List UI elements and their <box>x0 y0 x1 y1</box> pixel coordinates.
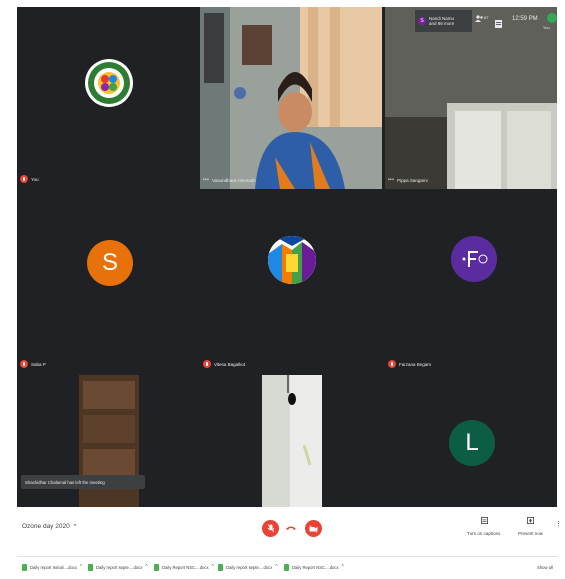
more-vert-icon: ⋮ <box>555 521 562 528</box>
document-icon <box>284 563 289 571</box>
participant-video-feed <box>385 7 557 189</box>
mic-off-icon <box>20 360 28 368</box>
participant-video-feed <box>200 375 382 507</box>
participant-tile-video[interactable]: ••• Vasundhara Hiremath <box>200 7 382 189</box>
show-all-downloads-button[interactable]: Show all <box>537 562 553 572</box>
participant-name: Vitesa Bagalkot <box>214 361 246 367</box>
participant-name: You <box>31 176 39 182</box>
chevron-up-icon[interactable]: ^ <box>212 564 214 570</box>
meeting-name: Ozone day 2020 <box>22 523 70 530</box>
presenter-chip[interactable]: S Nandi Namu and 86 more <box>415 10 472 32</box>
download-item[interactable]: Daily report Ismail....docx ^ <box>22 562 82 572</box>
document-icon <box>154 563 159 571</box>
participant-tile-you[interactable]: You <box>17 7 197 189</box>
document-icon <box>22 563 27 571</box>
leave-call-button[interactable] <box>286 524 296 532</box>
camera-toggle-button[interactable] <box>305 520 322 537</box>
participant-tile-video[interactable]: S Nandi Namu and 86 more 87 12:59 PM You… <box>385 7 557 189</box>
participant-name: Vasundhara Hiremath <box>212 177 256 183</box>
mic-off-icon <box>20 175 28 183</box>
download-item[interactable]: Daily report septe....docx ^ <box>88 562 148 572</box>
participant-name: Saba P <box>31 361 46 367</box>
chevron-up-icon[interactable]: ^ <box>275 564 277 570</box>
captions-label: Turn on captions <box>467 531 501 536</box>
toast-text: Shashidhar Chalamal has left the meeting <box>25 479 105 485</box>
participant-name: Farzana Begam <box>399 361 432 367</box>
presenter-more: and 86 more <box>429 21 455 26</box>
participant-tile-vitesa[interactable]: Vitesa Bagalkot <box>200 192 382 372</box>
meeting-grid: You ••• Vasundhara Hiremath S Nandi Namu… <box>17 7 557 507</box>
clock-time: 12:59 PM <box>512 16 538 22</box>
mic-off-icon <box>203 360 211 368</box>
chevron-up-icon[interactable]: ^ <box>80 564 82 570</box>
camera-off-icon <box>309 524 318 533</box>
participant-avatar: L <box>449 420 495 466</box>
participant-video-feed <box>200 7 382 189</box>
downloads-bar: Daily report Ismail....docx ^ Daily repo… <box>17 556 557 577</box>
chevron-up-icon[interactable]: ^ <box>145 564 147 570</box>
download-filename: Daily report septe....docx <box>226 564 273 570</box>
participant-avatar <box>268 236 316 284</box>
participant-tile-video[interactable]: Shashidhar Chalamal has left the meeting <box>17 375 197 507</box>
download-filename: Daily report septe....docx <box>96 564 143 570</box>
participant-avatar <box>451 236 497 282</box>
hang-up-icon <box>286 526 296 530</box>
download-item[interactable]: Daily Report NSC....docx ^ <box>284 562 344 572</box>
document-icon <box>218 563 223 571</box>
more-options-button[interactable]: ⋮ <box>555 521 562 528</box>
mic-toggle-button[interactable] <box>262 520 279 537</box>
download-item[interactable]: Daily Report NSC....docx ^ <box>154 562 214 572</box>
download-filename: Daily Report NSC....docx <box>292 564 339 570</box>
present-screen-icon <box>527 517 534 524</box>
chevron-up-icon: ^ <box>73 523 77 530</box>
download-filename: Daily report Ismail....docx <box>30 564 78 570</box>
participant-tile-l[interactable]: L <box>385 375 557 507</box>
participants-icon[interactable]: 87 <box>475 15 488 23</box>
participant-tile-video[interactable] <box>200 375 382 507</box>
audio-level-icon: ••• <box>203 177 210 183</box>
self-label: You <box>543 25 550 30</box>
presenter-avatar: S <box>418 17 426 25</box>
captions-button[interactable]: Turn on captions <box>465 517 505 543</box>
captions-icon <box>481 517 488 524</box>
show-all-label: Show all <box>537 564 553 570</box>
download-item[interactable]: Daily report septe....docx ^ <box>218 562 278 572</box>
participants-count: 87 <box>484 15 489 20</box>
participant-tile-farzana[interactable]: Farzana Begam <box>385 192 557 372</box>
mic-off-icon <box>267 524 274 533</box>
school-logo <box>85 59 133 107</box>
document-icon <box>88 563 93 571</box>
participant-avatar: S <box>87 240 133 286</box>
chevron-up-icon[interactable]: ^ <box>342 564 344 570</box>
toast-notification: Shashidhar Chalamal has left the meeting <box>21 475 145 489</box>
self-avatar[interactable] <box>547 13 557 23</box>
participant-name: Pippa Sangami <box>397 177 428 183</box>
participant-tile-saba[interactable]: S Saba P <box>17 192 197 372</box>
meeting-control-bar: Ozone day 2020 ^ Turn on captions Presen… <box>17 507 562 552</box>
present-label: Present now <box>518 531 544 536</box>
chat-icon[interactable] <box>495 15 502 33</box>
mic-off-icon <box>388 360 396 368</box>
download-filename: Daily Report NSC....docx <box>162 564 209 570</box>
present-now-button[interactable]: Present now <box>515 517 547 543</box>
audio-level-icon: ••• <box>388 177 395 183</box>
meeting-details[interactable]: Ozone day 2020 ^ <box>22 523 77 530</box>
